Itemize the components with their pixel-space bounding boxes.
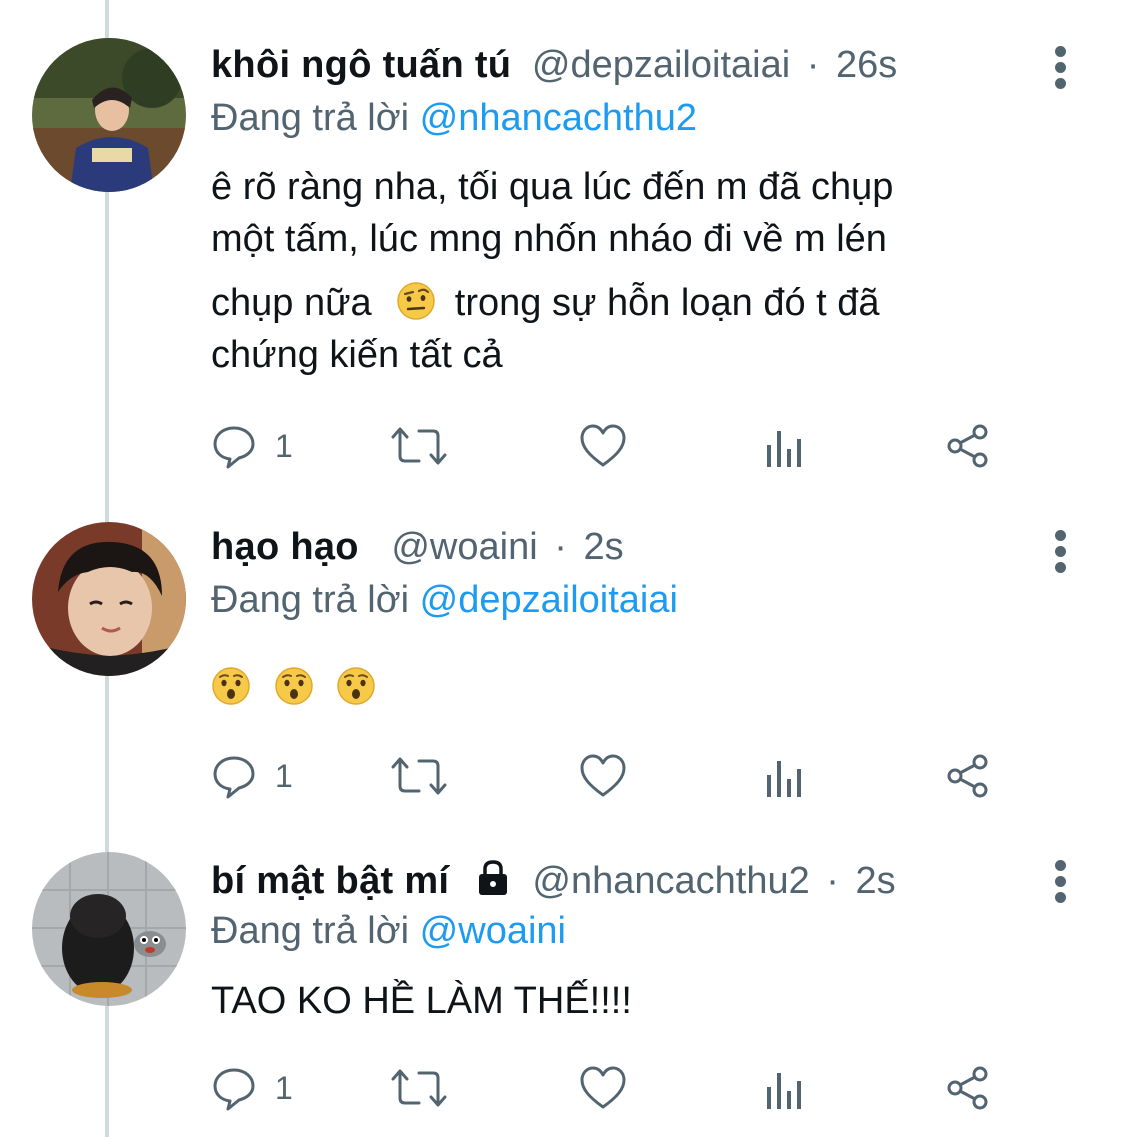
tweet-text-line: ê rõ ràng nha, tối qua lúc đến m đã chụp	[211, 166, 894, 208]
retweet-button[interactable]	[389, 420, 449, 472]
hushed-face-emoji	[337, 667, 375, 705]
separator: ·	[554, 526, 567, 568]
like-button[interactable]	[579, 1062, 627, 1114]
tweet[interactable]: khôi ngô tuấn tú @depzailoitaiai · 26s Đ…	[0, 0, 1125, 500]
display-name[interactable]: khôi ngô tuấn tú	[211, 44, 511, 86]
reply-count: 1	[275, 427, 293, 464]
replying-to-mention[interactable]: @woaini	[420, 910, 566, 952]
share-icon	[947, 754, 988, 798]
lock-icon	[478, 860, 507, 895]
separator: ·	[806, 44, 820, 86]
share-button[interactable]	[945, 750, 991, 802]
reply-count: 1	[275, 1069, 293, 1106]
tweet-text	[211, 662, 1041, 714]
avatar[interactable]	[32, 522, 186, 676]
tweet-header: hạo hạo @woaini · 2s	[211, 524, 624, 570]
avatar[interactable]	[32, 852, 186, 1006]
tweet-text-fragment: trong sự hỗn loạn đó t đã	[454, 282, 880, 324]
like-button[interactable]	[579, 750, 627, 802]
tweet-text-line: chụp nữa trong sự hỗn loạn đó t đã	[211, 277, 1041, 329]
replying-prefix: Đang trả lời	[211, 579, 410, 621]
more-vertical-icon[interactable]	[1046, 528, 1076, 574]
heart-icon	[580, 754, 626, 797]
avatar[interactable]	[32, 38, 186, 192]
retweet-button[interactable]	[389, 750, 449, 802]
avatar-photo	[32, 522, 186, 676]
tweet-text-line: một tấm, lúc mng nhốn nháo đi về m lén	[211, 218, 887, 260]
timestamp[interactable]: 2s	[856, 860, 896, 902]
timestamp[interactable]: 26s	[836, 44, 897, 86]
tweet-text-fragment: chụp nữa	[211, 282, 372, 324]
user-handle[interactable]: @nhancachthu2	[532, 860, 809, 902]
tweet-actions: 1	[211, 750, 1011, 802]
reply-icon	[213, 1068, 255, 1111]
user-handle[interactable]: @depzailoitaiai	[532, 44, 790, 86]
reply-icon	[213, 426, 255, 469]
avatar-photo	[32, 38, 186, 192]
share-button[interactable]	[945, 420, 991, 472]
separator: ·	[826, 860, 839, 902]
analytics-icon	[767, 431, 801, 467]
raised-eyebrow-emoji	[397, 282, 435, 320]
analytics-icon	[767, 1073, 801, 1109]
retweet-icon	[391, 1069, 447, 1107]
heart-icon	[580, 424, 626, 467]
tweet[interactable]: bí mật bật mí @nhancachthu2 · 2s Đang tr…	[0, 830, 1125, 1137]
analytics-icon	[767, 761, 801, 797]
avatar-photo	[32, 852, 186, 1006]
more-vertical-icon[interactable]	[1046, 858, 1076, 904]
reply-count: 1	[275, 757, 293, 794]
replying-to: Đang trả lời @depzailoitaiai	[211, 577, 678, 623]
tweet-actions: 1	[211, 1062, 1011, 1114]
tweet-text: ê rõ ràng nha, tối qua lúc đến m đã chụp…	[211, 161, 1041, 381]
reply-button[interactable]: 1	[211, 420, 293, 472]
retweet-icon	[391, 757, 447, 795]
tweet[interactable]: hạo hạo @woaini · 2s Đang trả lời @depza…	[0, 500, 1125, 830]
share-icon	[947, 1066, 988, 1110]
replying-prefix: Đang trả lời	[211, 910, 410, 952]
replying-to-mention[interactable]: @depzailoitaiai	[420, 579, 678, 621]
replying-to: Đang trả lời @nhancachthu2	[211, 95, 697, 141]
more-vertical-icon[interactable]	[1046, 44, 1076, 90]
analytics-button[interactable]	[765, 420, 807, 472]
replying-to-mention[interactable]: @nhancachthu2	[420, 97, 697, 139]
tweet-text-line: chứng kiến tất cả	[211, 334, 503, 376]
tweet-actions: 1	[211, 420, 1011, 472]
analytics-button[interactable]	[765, 1062, 807, 1114]
tweet-text: TAO KO HỀ LÀM THẾ!!!!	[211, 980, 632, 1022]
hushed-face-emoji	[274, 667, 313, 705]
hushed-face-emoji	[212, 667, 250, 705]
user-handle[interactable]: @woaini	[391, 526, 537, 568]
analytics-button[interactable]	[765, 750, 807, 802]
retweet-button[interactable]	[389, 1062, 449, 1114]
display-name[interactable]: hạo hạo	[211, 526, 359, 568]
replying-prefix: Đang trả lời	[211, 97, 410, 139]
reply-button[interactable]: 1	[211, 750, 293, 802]
reply-button[interactable]: 1	[211, 1062, 293, 1114]
tweet-header: bí mật bật mí @nhancachthu2 · 2s	[211, 858, 896, 904]
share-icon	[947, 424, 988, 468]
replying-to: Đang trả lời @woaini	[211, 908, 566, 954]
tweet-header: khôi ngô tuấn tú @depzailoitaiai · 26s	[211, 42, 897, 88]
display-name[interactable]: bí mật bật mí	[211, 860, 449, 902]
retweet-icon	[391, 427, 447, 465]
share-button[interactable]	[945, 1062, 991, 1114]
like-button[interactable]	[579, 420, 627, 472]
heart-icon	[580, 1066, 626, 1109]
reply-icon	[213, 756, 255, 799]
timestamp[interactable]: 2s	[583, 526, 623, 568]
